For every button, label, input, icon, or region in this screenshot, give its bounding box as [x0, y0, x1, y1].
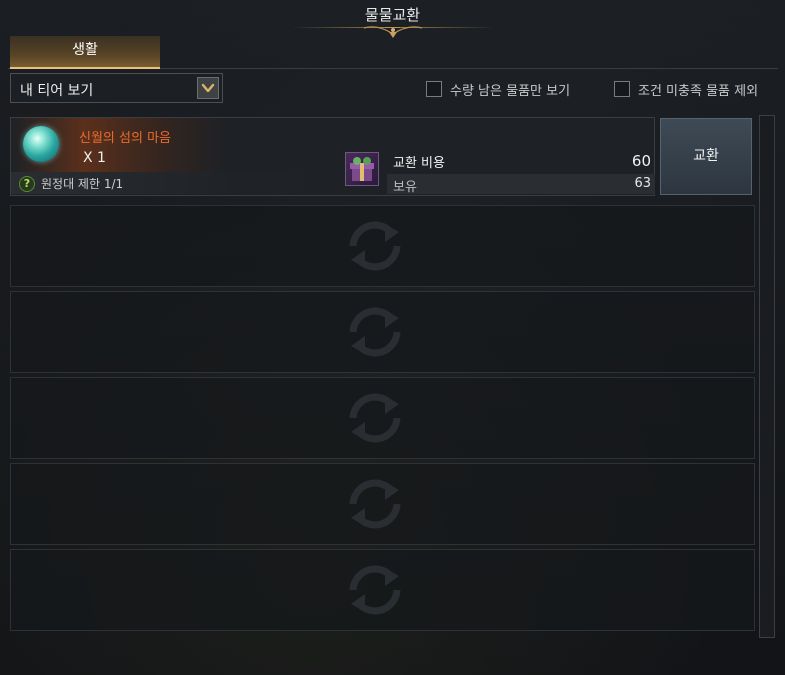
limit-bar: ? 원정대 제한 1/1	[11, 172, 341, 194]
gift-box-icon	[345, 152, 379, 186]
item-highlight	[11, 118, 341, 172]
exchange-button[interactable]: 교환	[660, 118, 752, 195]
tab-bar: 생활	[8, 36, 778, 69]
remaining-only-checkbox[interactable]: 수량 남은 물품만 보기	[426, 79, 570, 99]
swap-arrows-icon	[349, 393, 401, 443]
orb-icon	[23, 126, 59, 162]
swap-arrows-icon	[349, 479, 401, 529]
empty-slot	[10, 291, 755, 373]
tab-life[interactable]: 생활	[10, 36, 160, 69]
swap-arrows-icon	[349, 565, 401, 615]
checkbox-box[interactable]	[614, 81, 630, 97]
swap-arrows-icon	[349, 307, 401, 357]
empty-slot	[10, 377, 755, 459]
question-icon[interactable]: ?	[19, 176, 35, 192]
swap-arrows-icon	[349, 221, 401, 271]
checkbox-box[interactable]	[426, 81, 442, 97]
exclude-unmet-checkbox[interactable]: 조건 미충족 물품 제외	[614, 79, 758, 99]
owned-label: 보유	[393, 180, 417, 195]
remaining-only-label: 수량 남은 물품만 보기	[450, 83, 571, 99]
chevron-down-icon[interactable]	[197, 77, 219, 99]
owned-value: 63	[634, 176, 651, 191]
item-name: 신월의 섬의 마음	[79, 131, 171, 146]
empty-slot	[10, 549, 755, 631]
window-title-bar: 물물교환	[0, 0, 785, 38]
tier-dropdown-value: 내 티어 보기	[20, 83, 94, 99]
item-quantity: X 1	[83, 150, 106, 166]
cost-area: 교환 비용 60 보유 63	[341, 152, 655, 195]
owned-bar: 보유 63	[387, 174, 655, 195]
cost-label: 교환 비용	[393, 156, 445, 171]
list-item[interactable]: 신월의 섬의 마음 X 1 ? 원정대 제한 1/1 교환 비용 60 보유 6…	[10, 117, 655, 196]
scrollbar[interactable]	[759, 115, 775, 638]
exclude-unmet-label: 조건 미충족 물품 제외	[638, 83, 759, 99]
empty-slot	[10, 205, 755, 287]
limit-text: 원정대 제한 1/1	[41, 177, 124, 191]
tier-dropdown[interactable]: 내 티어 보기	[10, 73, 223, 103]
empty-slot	[10, 463, 755, 545]
cost-value: 60	[631, 152, 651, 170]
